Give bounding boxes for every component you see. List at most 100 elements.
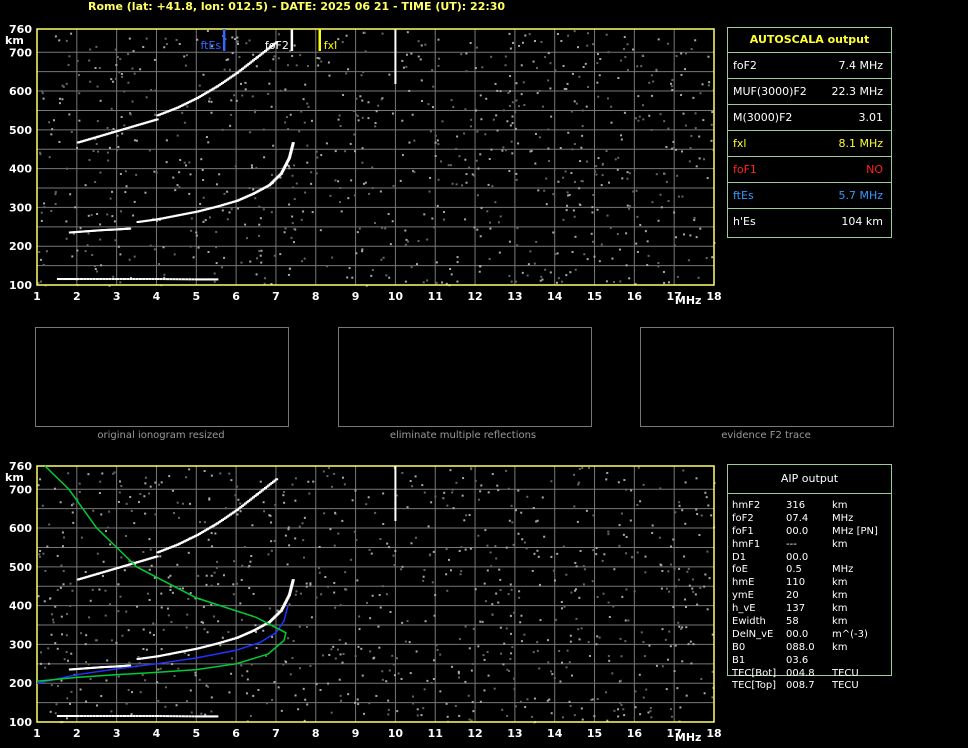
- top-noise-dot: [694, 39, 697, 42]
- bottom-noise-dot: [165, 686, 168, 689]
- top-noise-dot: [135, 173, 138, 176]
- bottom-noise-dot: [462, 477, 465, 480]
- top-noise-dot: [496, 89, 499, 92]
- top-noise-dot: [620, 138, 623, 141]
- top-noise-dot: [107, 159, 110, 162]
- bottom-noise-dot: [510, 504, 513, 507]
- top-noise-dot: [215, 230, 218, 233]
- aip-param: B1: [732, 654, 746, 666]
- bottom-noise-dot: [681, 626, 684, 629]
- bottom-noise-dot: [228, 691, 231, 694]
- top-noise-dot: [357, 119, 360, 122]
- bottom-noise-dot: [569, 640, 572, 643]
- bottom-noise-dot: [89, 677, 92, 680]
- bottom-noise-dot: [573, 473, 576, 476]
- bottom-noise-dot: [282, 494, 285, 497]
- top-noise-dot: [547, 128, 550, 131]
- top-noise-dot: [128, 37, 131, 40]
- bottom-noise-dot: [575, 565, 578, 568]
- bottom-y-tick-label: 300: [9, 638, 32, 651]
- top-echo-point: [191, 278, 195, 281]
- top-noise-dot: [249, 260, 252, 263]
- top-noise-dot: [596, 208, 599, 211]
- top-noise-dot: [404, 280, 407, 283]
- top-noise-dot: [246, 237, 249, 240]
- bottom-noise-dot: [618, 524, 621, 527]
- bottom-x-tick-label: 13: [507, 727, 522, 740]
- bottom-noise-dot: [294, 537, 297, 540]
- bottom-noise-dot: [578, 596, 581, 599]
- top-noise-dot: [552, 231, 555, 234]
- top-noise-dot: [628, 204, 631, 207]
- bottom-noise-dot: [596, 596, 599, 599]
- top-noise-dot: [43, 202, 46, 205]
- bottom-noise-dot: [683, 555, 686, 558]
- bottom-y-tick-label: 700: [9, 483, 32, 496]
- bottom-noise-dot: [157, 668, 160, 671]
- bottom-noise-dot: [54, 605, 57, 608]
- bottom-noise-dot: [634, 690, 637, 693]
- top-noise-dot: [495, 114, 498, 117]
- top-noise-dot: [317, 64, 320, 67]
- top-noise-dot: [188, 161, 191, 164]
- bottom-noise-dot: [240, 664, 243, 667]
- top-noise-dot: [456, 280, 459, 283]
- bottom-noise-dot: [497, 601, 500, 604]
- top-echo-point: [178, 278, 182, 281]
- top-noise-dot: [569, 271, 572, 274]
- top-noise-dot: [50, 133, 53, 136]
- bottom-noise-dot: [464, 625, 467, 628]
- bottom-noise-dot: [341, 661, 344, 664]
- bottom-noise-dot: [342, 653, 345, 656]
- bottom-noise-dot: [423, 569, 426, 572]
- top-echo-point: [162, 278, 166, 281]
- top-noise-dot: [515, 82, 518, 85]
- top-noise-dot: [687, 259, 690, 262]
- top-noise-dot: [490, 148, 493, 151]
- top-noise-dot: [489, 227, 492, 230]
- bottom-noise-dot: [509, 583, 512, 586]
- bottom-noise-dot: [678, 501, 681, 504]
- bottom-noise-dot: [334, 511, 337, 514]
- top-noise-dot: [115, 63, 118, 66]
- aip-value: 110: [786, 577, 806, 589]
- top-noise-dot: [475, 46, 478, 49]
- bottom-noise-dot: [666, 658, 669, 661]
- top-noise-dot: [494, 82, 497, 85]
- bottom-noise-dot: [479, 490, 482, 493]
- top-noise-dot: [565, 209, 568, 212]
- top-echo-point: [92, 278, 96, 281]
- top-noise-dot: [121, 132, 124, 135]
- top-noise-dot: [510, 140, 513, 143]
- bottom-noise-dot: [602, 592, 605, 595]
- top-echo-point: [95, 278, 99, 281]
- top-noise-dot: [50, 210, 53, 213]
- top-echo-point: [123, 278, 127, 281]
- bottom-noise-dot: [674, 511, 677, 514]
- top-noise-dot: [557, 180, 560, 183]
- bottom-noise-dot: [707, 504, 710, 507]
- bottom-noise-dot: [517, 489, 520, 492]
- top-noise-dot: [178, 171, 181, 174]
- top-noise-dot: [248, 39, 251, 42]
- top-noise-dot: [667, 199, 670, 202]
- aip-param: foE: [732, 564, 748, 576]
- bottom-noise-dot: [350, 558, 353, 561]
- top-x-tick-label: 1: [33, 290, 41, 303]
- bottom-noise-dot: [38, 553, 41, 556]
- bottom-noise-dot: [620, 703, 623, 706]
- bottom-noise-dot: [651, 531, 654, 534]
- bottom-noise-dot: [688, 584, 691, 587]
- top-noise-dot: [389, 243, 392, 246]
- top-noise-dot: [478, 270, 481, 273]
- bottom-noise-dot: [227, 631, 230, 634]
- bottom-noise-dot: [379, 606, 382, 609]
- bottom-x-tick-label: 11: [428, 727, 443, 740]
- bottom-noise-dot: [393, 563, 396, 566]
- bottom-noise-dot: [546, 699, 549, 702]
- top-noise-dot: [77, 74, 80, 77]
- top-noise-dot: [682, 112, 685, 115]
- bottom-noise-dot: [333, 591, 336, 594]
- top-noise-dot: [508, 32, 511, 35]
- aip-param: foF2: [732, 512, 754, 524]
